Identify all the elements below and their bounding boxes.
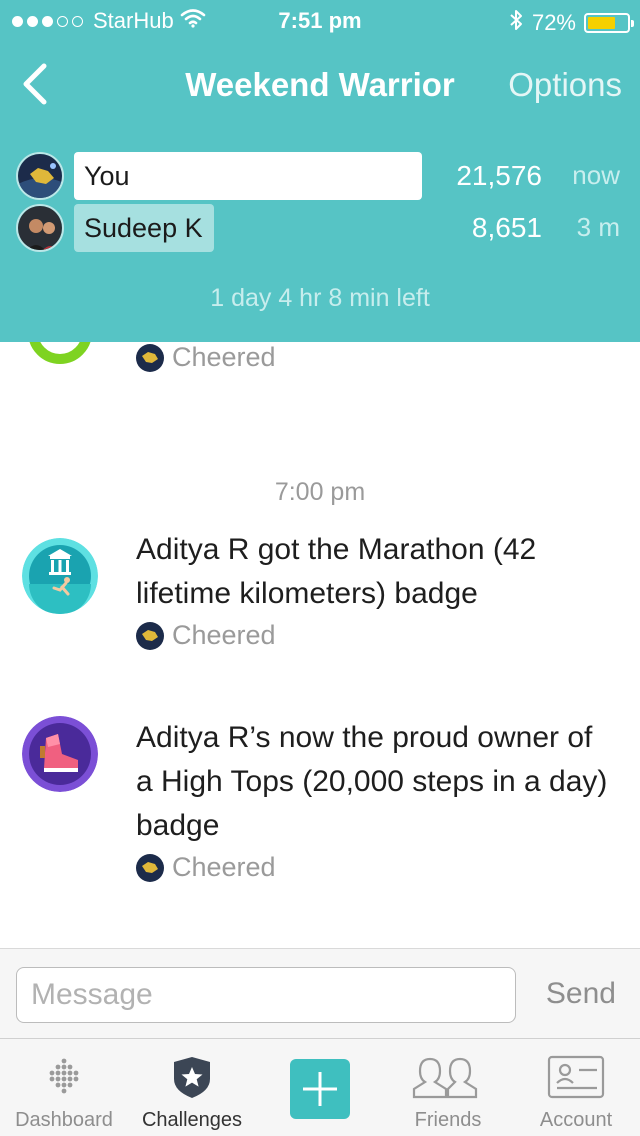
avatar — [136, 621, 164, 650]
cheer-label: Cheered — [172, 852, 276, 882]
bluetooth-icon — [508, 8, 524, 38]
avatar — [136, 853, 164, 882]
message-input[interactable] — [16, 967, 516, 1023]
progress-bar-sudeep: Sudeep K — [74, 204, 214, 252]
message-composer: Send — [0, 948, 640, 1038]
tab-label: Dashboard — [15, 1109, 113, 1131]
cheer-indicator[interactable]: Cheered — [136, 620, 276, 651]
status-right: 72% — [508, 8, 634, 38]
tab-challenges[interactable]: Challenges — [128, 1039, 256, 1136]
leaderboard-row-you[interactable]: You 21,576 now — [16, 152, 626, 200]
cheer-indicator[interactable]: Cheered — [136, 852, 276, 883]
feed-item-text: Aditya R got the Marathon (42 lifetime k… — [136, 533, 537, 610]
tab-account[interactable]: Account — [512, 1039, 640, 1136]
navigation-bar: Weekend Warrior Options — [0, 52, 640, 116]
options-button[interactable]: Options — [508, 66, 622, 104]
account-card-icon — [512, 1053, 640, 1101]
avatar — [16, 204, 64, 252]
tab-dashboard[interactable]: Dashboard — [0, 1039, 128, 1136]
activity-feed[interactable]: Cheered 7:00 pm Aditya R got the Maratho… — [0, 342, 640, 948]
participant-name: Sudeep K — [84, 212, 203, 243]
battery-icon — [584, 13, 634, 33]
goal-ring-icon — [28, 342, 92, 364]
battery-level-fill — [588, 17, 616, 29]
tab-label: Challenges — [141, 1109, 243, 1131]
participant-name: You — [84, 160, 130, 191]
time-remaining: 1 day 4 hr 8 min left — [210, 284, 430, 312]
last-updated: 3 m — [576, 212, 620, 242]
avatar — [136, 343, 164, 372]
dashboard-dots-icon — [0, 1053, 128, 1101]
step-count: 8,651 — [471, 212, 542, 243]
status-bar: StarHub 7:51 pm 72% — [0, 0, 640, 40]
send-button[interactable]: Send — [546, 977, 616, 1011]
progress-bar-you: You — [74, 152, 422, 200]
challenges-star-shield-icon — [128, 1053, 256, 1101]
cheer-label: Cheered — [172, 342, 276, 372]
avatar — [16, 152, 64, 200]
feed-timestamp: 7:00 pm — [274, 478, 366, 506]
high-tops-badge-icon — [22, 716, 98, 792]
tab-bar: Dashboard Challenges Friends Account — [0, 1038, 640, 1136]
battery-percentage: 72% — [531, 10, 576, 35]
tab-label: Account — [539, 1109, 613, 1131]
plus-icon — [290, 1059, 350, 1119]
cheer-label: Cheered — [172, 620, 276, 650]
add-button-wrap — [256, 1039, 384, 1119]
feed-item-text: Aditya R’s now the proud owner of a High… — [136, 721, 608, 842]
marathon-badge-icon — [22, 538, 98, 614]
leaderboard-row-sudeep[interactable]: Sudeep K 8,651 3 m — [16, 204, 626, 252]
challenge-header: StarHub 7:51 pm 72% Weekend Warrior Opti… — [0, 0, 640, 342]
tab-friends[interactable]: Friends — [384, 1039, 512, 1136]
step-count: 21,576 — [456, 160, 542, 191]
last-updated: now — [572, 160, 620, 190]
friends-icon — [384, 1053, 512, 1101]
add-button[interactable] — [256, 1039, 384, 1136]
tab-label: Friends — [414, 1109, 482, 1131]
cheer-indicator[interactable]: Cheered — [136, 342, 276, 373]
